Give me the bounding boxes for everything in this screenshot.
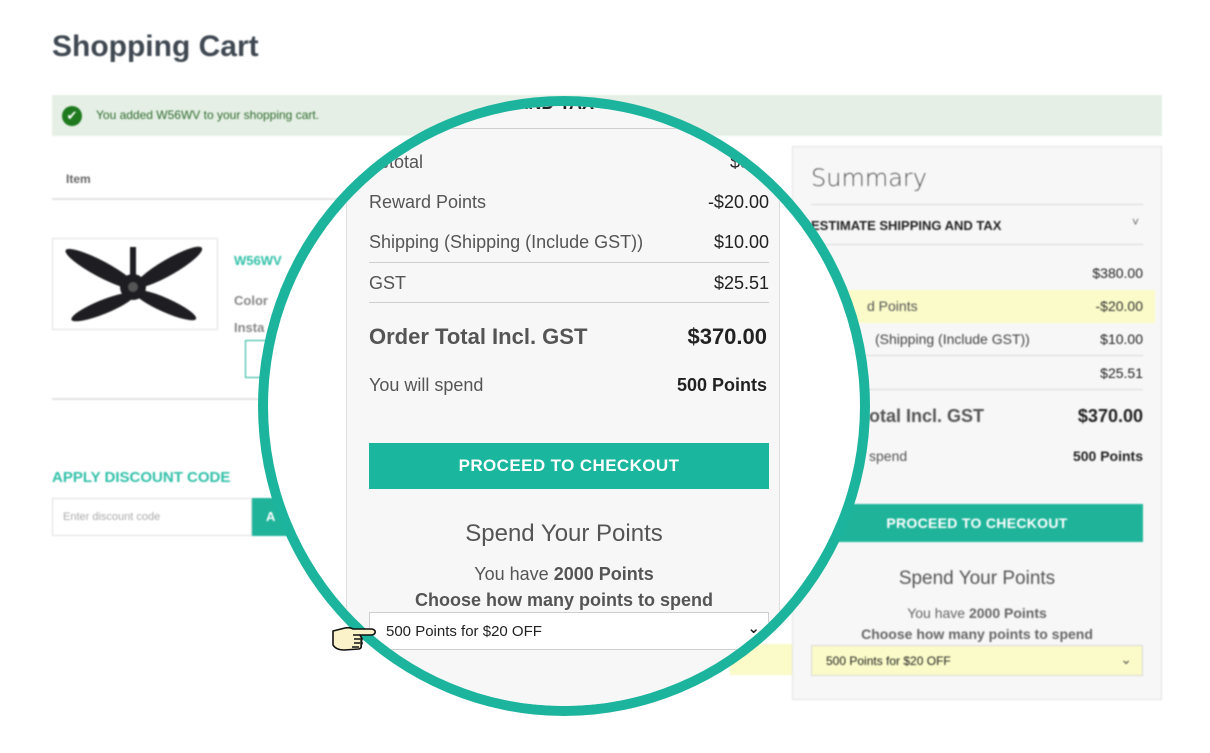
summary-row-value: $380.00 xyxy=(1092,265,1143,281)
summary-divider xyxy=(369,262,769,263)
estimate-shipping-toggle[interactable]: ESTIMATE SHIPPING AND TAX ˅ xyxy=(811,204,1143,245)
magnified-choose-points-label: Choose how many points to spend xyxy=(414,590,713,610)
magnified-order-total-value: $370.00 xyxy=(687,324,767,349)
points-balance: You have 2000 Points xyxy=(793,605,1161,621)
summary-row-label: GST xyxy=(369,273,407,293)
summary-row-label: ubtotal xyxy=(369,152,424,172)
discount-code-input[interactable]: Enter discount code xyxy=(52,498,252,536)
product-name-link[interactable]: W56WV xyxy=(234,253,282,268)
magnified-checkout-button[interactable]: PROCEED TO CHECKOUT xyxy=(369,443,769,489)
product-image[interactable] xyxy=(52,238,218,330)
points-select-value: 500 Points for $20 OFF xyxy=(386,623,542,640)
summary-row-value: $10.00 xyxy=(1100,331,1143,347)
magnified-spend-value: 500 Points xyxy=(676,375,767,395)
spend-value: 500 Points xyxy=(1072,448,1143,464)
magnified-points-balance: You have 2000 Points xyxy=(347,564,781,585)
spend-label: spend xyxy=(869,448,908,464)
cart-table-header: Item xyxy=(52,160,352,200)
estimate-shipping-label: ESTIMATE SHIPPING AND TAX xyxy=(811,218,1002,233)
product-option-install: Insta xyxy=(234,320,265,335)
magnified-summary: G AND TAX ubtotal $380. Reward Points -$… xyxy=(346,106,781,706)
points-balance-prefix: You have xyxy=(907,605,966,621)
summary-row-value: -$20.00 xyxy=(707,192,769,212)
points-balance-value: 2000 Points xyxy=(553,564,654,584)
choose-points-label: Choose how many points to spend xyxy=(861,626,1093,642)
spend-points-title: Spend Your Points xyxy=(898,568,1056,589)
summary-row-value: $10.00 xyxy=(713,232,769,252)
discount-title[interactable]: APPLY DISCOUNT CODE xyxy=(52,469,230,486)
summary-row-value: $25.51 xyxy=(1100,365,1143,381)
summary-row-value: -$20.00 xyxy=(1095,298,1143,314)
product-option-color: Color xyxy=(234,293,268,308)
summary-row-label: (Shipping (Include GST)) xyxy=(875,331,1030,347)
summary-row-value: $25.51 xyxy=(713,273,769,293)
summary-row-label: d Points xyxy=(867,298,918,314)
points-select-value: 500 Points for $20 OFF xyxy=(826,654,951,668)
chevron-down-icon: ⌄ xyxy=(1120,651,1132,667)
summary-row-label: Shipping (Shipping (Include GST)) xyxy=(369,232,644,252)
page-title: Shopping Cart xyxy=(52,30,259,63)
success-message-text: You added W56WV to your shopping cart. xyxy=(96,108,320,122)
magnified-spend-points-title: Spend Your Points xyxy=(465,520,663,547)
order-total-label: otal Incl. GST xyxy=(869,406,985,426)
summary-title: Summary xyxy=(811,164,927,192)
summary-row-subtotal: otal $380.00 xyxy=(811,257,1143,290)
summary-divider xyxy=(369,128,769,129)
chevron-down-icon: ˅ xyxy=(1131,215,1139,229)
column-item: Item xyxy=(66,172,91,186)
summary-row-value: $380. xyxy=(729,152,775,172)
points-select[interactable]: 500 Points for $20 OFF ⌄ xyxy=(811,645,1143,676)
hand-pointer-icon xyxy=(330,622,378,652)
magnified-spend-label: You will spend xyxy=(369,375,484,395)
summary-row-label: Reward Points xyxy=(369,192,487,212)
magnified-order-total-label: Order Total Incl. GST xyxy=(369,324,588,349)
summary-divider xyxy=(369,302,769,303)
proceed-to-checkout-button[interactable]: PROCEED TO CHECKOUT xyxy=(811,504,1143,542)
points-balance-value: 2000 Points xyxy=(968,605,1047,621)
points-balance-prefix: You have xyxy=(474,564,549,584)
chevron-down-icon: ⌄ xyxy=(747,620,760,637)
check-circle-icon: ✔ xyxy=(62,106,82,126)
ceiling-fan-image xyxy=(65,246,203,322)
magnified-points-select[interactable]: 500 Points for $20 OFF ⌄ xyxy=(369,612,769,650)
order-total-value: $370.00 xyxy=(1077,406,1143,426)
